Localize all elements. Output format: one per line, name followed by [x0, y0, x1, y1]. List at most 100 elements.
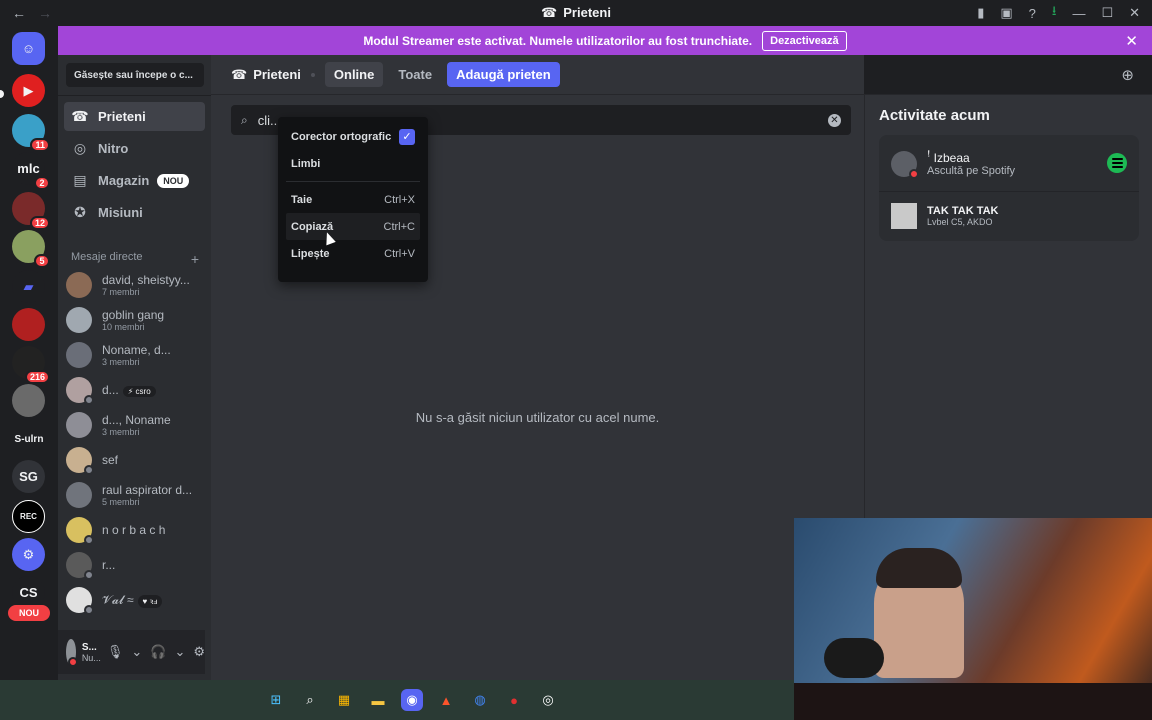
sidebar-item-shop[interactable]: ▤ Magazin NOU — [64, 166, 205, 195]
create-dm-button[interactable]: + — [191, 251, 199, 267]
server-icon[interactable] — [12, 308, 45, 341]
back-button[interactable]: ← — [12, 5, 26, 21]
inbox-icon[interactable]: ▣ — [1000, 5, 1012, 21]
forward-button[interactable]: → — [38, 5, 52, 21]
server-icon[interactable]: SG — [12, 460, 45, 493]
sidebar-item-label: Prieteni — [98, 109, 146, 124]
search-icon[interactable]: ⌕ — [299, 689, 321, 711]
app-icon[interactable]: ● — [503, 689, 525, 711]
discord-server-icon[interactable]: ⚙ — [12, 538, 45, 571]
menu-item-copy[interactable]: Copiază Ctrl+C — [286, 213, 420, 240]
microphone-icon[interactable]: 🎙 — [107, 644, 124, 660]
avatar — [66, 587, 94, 615]
server-icon[interactable]: mlc 2 — [12, 152, 50, 190]
dm-item[interactable]: 𝓥𝓪𝓵 ≈ ♥ ꝛⅎ — [66, 583, 203, 617]
server-icon[interactable] — [12, 384, 45, 417]
chrome-icon[interactable]: ◍ — [469, 689, 491, 711]
song-title: TAK TAK TAK — [927, 205, 999, 217]
dm-item[interactable]: raul aspirator d... 5 membri — [66, 478, 203, 512]
minimize-button[interactable]: — — [1072, 6, 1085, 21]
sidebar-item-friends[interactable]: ☎ Prieteni — [64, 102, 205, 131]
help-icon[interactable]: ? — [1029, 6, 1036, 21]
folder-icon[interactable]: ▰ — [12, 270, 45, 303]
clear-search-icon[interactable]: ✕ — [828, 113, 841, 127]
dm-subtitle: 10 membri — [102, 322, 145, 332]
windows-start-icon[interactable]: ⊞ — [265, 689, 287, 711]
new-group-dm-icon[interactable]: ⊕ — [1121, 66, 1134, 84]
window-title-text: Prieteni — [563, 5, 611, 20]
server-icon[interactable]: 216 — [12, 346, 50, 384]
headphones-icon[interactable]: 🎧 — [150, 644, 166, 660]
user-status: Nu... — [81, 652, 101, 663]
dm-name: sef — [102, 453, 119, 467]
avatar[interactable] — [66, 639, 78, 667]
discord-icon[interactable]: ◉ — [401, 689, 423, 711]
dm-item[interactable]: Noname, d... 3 membri — [66, 338, 203, 372]
context-menu: Corector ortografic ✓ Limbi Taie Ctrl+X Co… — [278, 117, 428, 282]
dm-item[interactable]: david, sheistyy... 7 membri — [66, 268, 203, 302]
clan-tag: ♥ ꝛⅎ — [137, 594, 163, 608]
store-icon[interactable]: ▦ — [333, 689, 355, 711]
bookmark-icon[interactable]: ▮ — [977, 5, 984, 21]
tab-online[interactable]: Online — [324, 62, 384, 87]
discord-home-icon[interactable]: ☺ — [12, 32, 45, 65]
sidebar-item-quests[interactable]: ✪ Misiuni — [64, 198, 205, 227]
add-friend-button[interactable]: Adaugă prieten — [447, 62, 560, 87]
chevron-down-icon[interactable]: ⌄ — [174, 644, 185, 660]
download-icon[interactable]: ⭳ — [1052, 2, 1057, 24]
sidebar-item-nitro[interactable]: ◎ Nitro — [64, 134, 205, 163]
avatar — [891, 151, 919, 179]
shop-icon: ▤ — [73, 172, 87, 188]
webcam-overlay — [794, 518, 1152, 720]
find-conversation-input[interactable]: Găsește sau începe o c... — [66, 63, 204, 87]
settings-gear-icon[interactable]: ⚙ — [193, 644, 205, 660]
dm-item[interactable]: goblin gang 10 membri — [66, 303, 203, 337]
dm-name: Noname, d... — [102, 343, 171, 357]
avatar — [66, 447, 94, 475]
microphone-image — [824, 638, 884, 678]
avatar — [66, 482, 92, 508]
friends-icon: ☎ — [541, 5, 558, 20]
disable-streamer-button[interactable]: Dezactivează — [762, 30, 847, 51]
obs-icon[interactable]: ◎ — [537, 689, 559, 711]
avatar — [66, 307, 92, 333]
menu-item-cut[interactable]: Taie Ctrl+X — [286, 186, 420, 213]
close-icon[interactable]: ✕ — [1125, 32, 1138, 50]
activity-subtitle: Ascultă pe Spotify — [927, 165, 1016, 177]
nitro-icon: ◎ — [73, 140, 87, 156]
menu-item-languages[interactable]: Limbi — [286, 150, 420, 177]
avatar — [66, 342, 92, 368]
new-badge: NOU — [157, 173, 190, 188]
dm-item[interactable]: n o r b a c h — [66, 513, 203, 547]
avatar — [66, 377, 94, 405]
dm-item[interactable]: d..., Noname 3 membri — [66, 408, 203, 442]
tab-all[interactable]: Toate — [389, 62, 441, 87]
dm-sidebar: Găsește sau începe o c... ☎ Prieteni ◎ Nit… — [58, 55, 211, 680]
song-artist: Lvbel C5, AKDO — [927, 217, 993, 227]
dm-name: goblin gang — [102, 308, 165, 322]
active-now-title: Activitate acum — [879, 107, 990, 124]
dm-item[interactable]: sef — [66, 443, 203, 477]
file-explorer-icon[interactable]: ▬ — [367, 689, 389, 711]
brave-icon[interactable]: ▲ — [435, 689, 457, 711]
maximize-button[interactable]: ☐ — [1101, 5, 1113, 21]
checkbox-checked-icon[interactable]: ✓ — [399, 128, 415, 145]
dm-name: d..., Noname — [102, 413, 171, 427]
sidebar-item-label: Misiuni — [98, 205, 143, 220]
close-window-button[interactable]: ✕ — [1129, 5, 1140, 21]
server-icon[interactable]: 12 — [12, 192, 50, 230]
server-icon[interactable]: 5 — [12, 230, 50, 268]
server-icon[interactable]: REC — [12, 500, 45, 533]
dm-item[interactable]: r... — [66, 548, 203, 582]
server-icon[interactable]: ▶ — [12, 74, 45, 107]
menu-item-spellcheck[interactable]: Corector ortografic ✓ — [286, 123, 420, 150]
server-icon[interactable]: 11 — [12, 114, 50, 152]
album-cover — [891, 203, 917, 229]
activity-card[interactable]: ꜝ Izbeaa Ascultă pe Spotify TAK TAK TAK Lv… — [879, 135, 1139, 241]
dm-item[interactable]: d... ⚡ csro — [66, 373, 203, 407]
dm-name: r... — [102, 558, 116, 572]
server-label[interactable]: S-ulrn — [0, 434, 58, 445]
title-bar: ← → ☎ Prieteni ▮ ▣ ? ⭳ — ☐ ✕ — [0, 0, 1152, 26]
chevron-down-icon[interactable]: ⌄ — [131, 644, 142, 660]
menu-item-paste[interactable]: Lipește Ctrl+V — [286, 240, 420, 267]
